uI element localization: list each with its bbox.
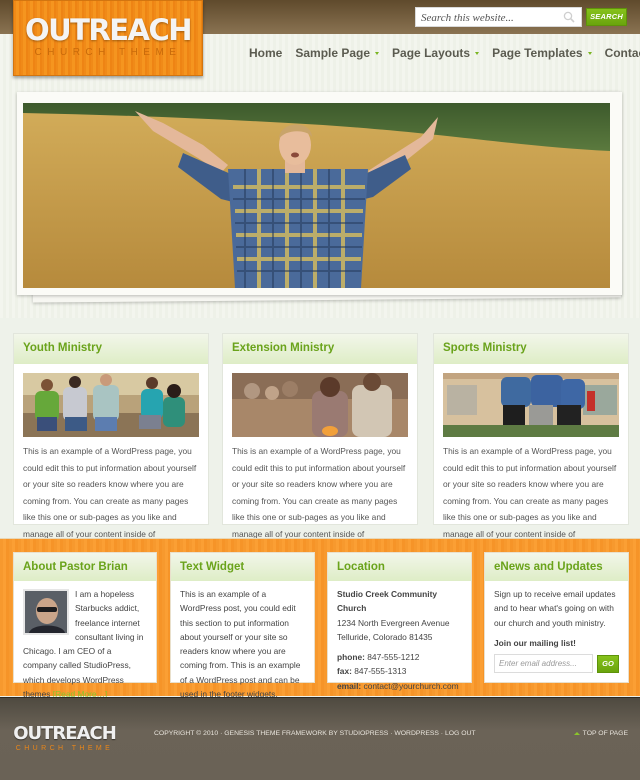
pastor-photo-illustration	[25, 591, 67, 633]
card-title[interactable]: Sports Ministry	[434, 334, 628, 364]
nav-label: Page Layouts	[392, 46, 471, 60]
ministry-card-sports: Sports Ministry This is an example of a …	[433, 333, 629, 555]
fax-value: 847-555-1313	[354, 666, 407, 677]
footer-logo-subtitle: CHURCH THEME	[15, 745, 114, 752]
enews-text: Sign up to receive email updates and to …	[494, 589, 616, 628]
widget-about-pastor: About Pastor Brian I am a hopeless Starb…	[13, 552, 157, 699]
nav-label: Contact Page	[604, 46, 640, 60]
dropdown-arrow-icon	[375, 51, 380, 55]
ministry-card-extension: Extension Ministry This is an example of…	[222, 333, 418, 555]
by-text: BY	[328, 730, 338, 737]
search-icon	[563, 11, 575, 23]
widget-location: Location Studio Creek Community Church 1…	[327, 552, 472, 691]
fax-label: fax:	[337, 666, 352, 677]
nav-item-contact-page[interactable]: Contact Page	[605, 45, 640, 61]
widget-body: Studio Creek Community Church 1234 North…	[328, 581, 471, 693]
logo-title: OUTREACH	[24, 13, 193, 47]
search-box	[415, 7, 582, 27]
enews-form: GO	[494, 654, 619, 674]
email-link[interactable]: contact@yourchurch.com	[364, 681, 459, 691]
nav-item-page-templates[interactable]: Page Templates	[492, 45, 592, 61]
youth-ministry-image[interactable]	[23, 373, 199, 437]
widget-title: Text Widget	[171, 553, 314, 581]
widget-body: Sign up to receive email updates and to …	[485, 581, 628, 674]
sports-photo-illustration	[443, 373, 619, 437]
pastor-avatar[interactable]	[23, 589, 69, 635]
email-row: email: contact@yourchurch.com	[337, 679, 462, 693]
fax-row: fax: 847-555-1313	[337, 664, 462, 678]
nav-item-home[interactable]: Home	[249, 45, 282, 61]
dropdown-arrow-icon	[587, 51, 592, 55]
main-nav: Home Sample Page Page Layouts Page Templ…	[249, 45, 640, 61]
studiopress-link[interactable]: STUDIOPRESS	[340, 730, 389, 737]
phone-row: phone: 847-555-1212	[337, 650, 462, 664]
arrow-up-icon	[573, 732, 580, 735]
nav-label: Home	[249, 46, 283, 60]
search-input[interactable]	[416, 9, 556, 27]
widget-text: Text Widget This is an example of a Word…	[170, 552, 315, 699]
email-label: email:	[337, 680, 362, 691]
go-button[interactable]: GO	[597, 654, 619, 673]
nav-label: Sample Page	[295, 46, 371, 60]
email-input[interactable]	[494, 654, 593, 674]
youth-photo-illustration	[23, 373, 199, 437]
logo-subtitle: CHURCH THEME	[34, 47, 182, 58]
site-footer: OUTREACH CHURCH THEME COPYRIGHT © 2010 ·…	[0, 697, 640, 780]
logout-link[interactable]: LOG OUT	[445, 730, 476, 737]
widget-title: About Pastor Brian	[14, 553, 156, 581]
widget-enews: eNews and Updates Sign up to receive ema…	[484, 552, 629, 683]
wordpress-link[interactable]: WORDPRESS	[394, 730, 439, 737]
footer-logo[interactable]: OUTREACH CHURCH THEME	[12, 724, 117, 753]
site-logo[interactable]: OUTREACH CHURCH THEME	[13, 0, 203, 76]
genesis-link[interactable]: GENESIS THEME FRAMEWORK	[224, 730, 327, 737]
ministry-card-youth: Youth Ministry This is an example of a W…	[13, 333, 209, 555]
page: OUTREACH CHURCH THEME SEARCH Home Sample…	[0, 0, 640, 780]
extension-ministry-image[interactable]	[232, 373, 408, 437]
phone-label: phone:	[337, 652, 365, 663]
address-line-1: 1234 North Evergreen Avenue	[337, 617, 450, 628]
card-title[interactable]: Youth Ministry	[14, 334, 208, 364]
hero-illustration	[23, 103, 610, 288]
top-of-page-link[interactable]: TOP OF PAGE	[573, 730, 628, 737]
extension-photo-illustration	[232, 373, 408, 437]
phone-value: 847-555-1212	[367, 652, 420, 663]
nav-label: Page Templates	[492, 46, 583, 60]
hero-image	[23, 103, 610, 288]
mailing-list-label: Join our mailing list!	[494, 637, 576, 648]
search-button[interactable]: SEARCH	[586, 8, 627, 26]
widget-title: Location	[328, 553, 471, 581]
copyright-text: COPYRIGHT © 2010	[154, 730, 219, 737]
nav-item-page-layouts[interactable]: Page Layouts	[392, 45, 480, 61]
dropdown-arrow-icon	[475, 51, 480, 55]
address-line-2: Telluride, Colorado 81435	[337, 631, 433, 642]
nav-item-sample-page[interactable]: Sample Page	[295, 45, 380, 61]
widget-body: I am a hopeless Starbucks addict, freela…	[14, 581, 156, 701]
widget-title: eNews and Updates	[485, 553, 628, 581]
top-of-page-label: TOP OF PAGE	[582, 730, 628, 737]
footer-credits: COPYRIGHT © 2010 · GENESIS THEME FRAMEWO…	[154, 730, 476, 737]
widget-body: This is an example of a WordPress post, …	[180, 589, 301, 700]
card-title[interactable]: Extension Ministry	[223, 334, 417, 364]
footer-logo-title: OUTREACH	[13, 723, 117, 744]
sports-ministry-image[interactable]	[443, 373, 619, 437]
church-name: Studio Creek Community Church	[337, 589, 438, 614]
